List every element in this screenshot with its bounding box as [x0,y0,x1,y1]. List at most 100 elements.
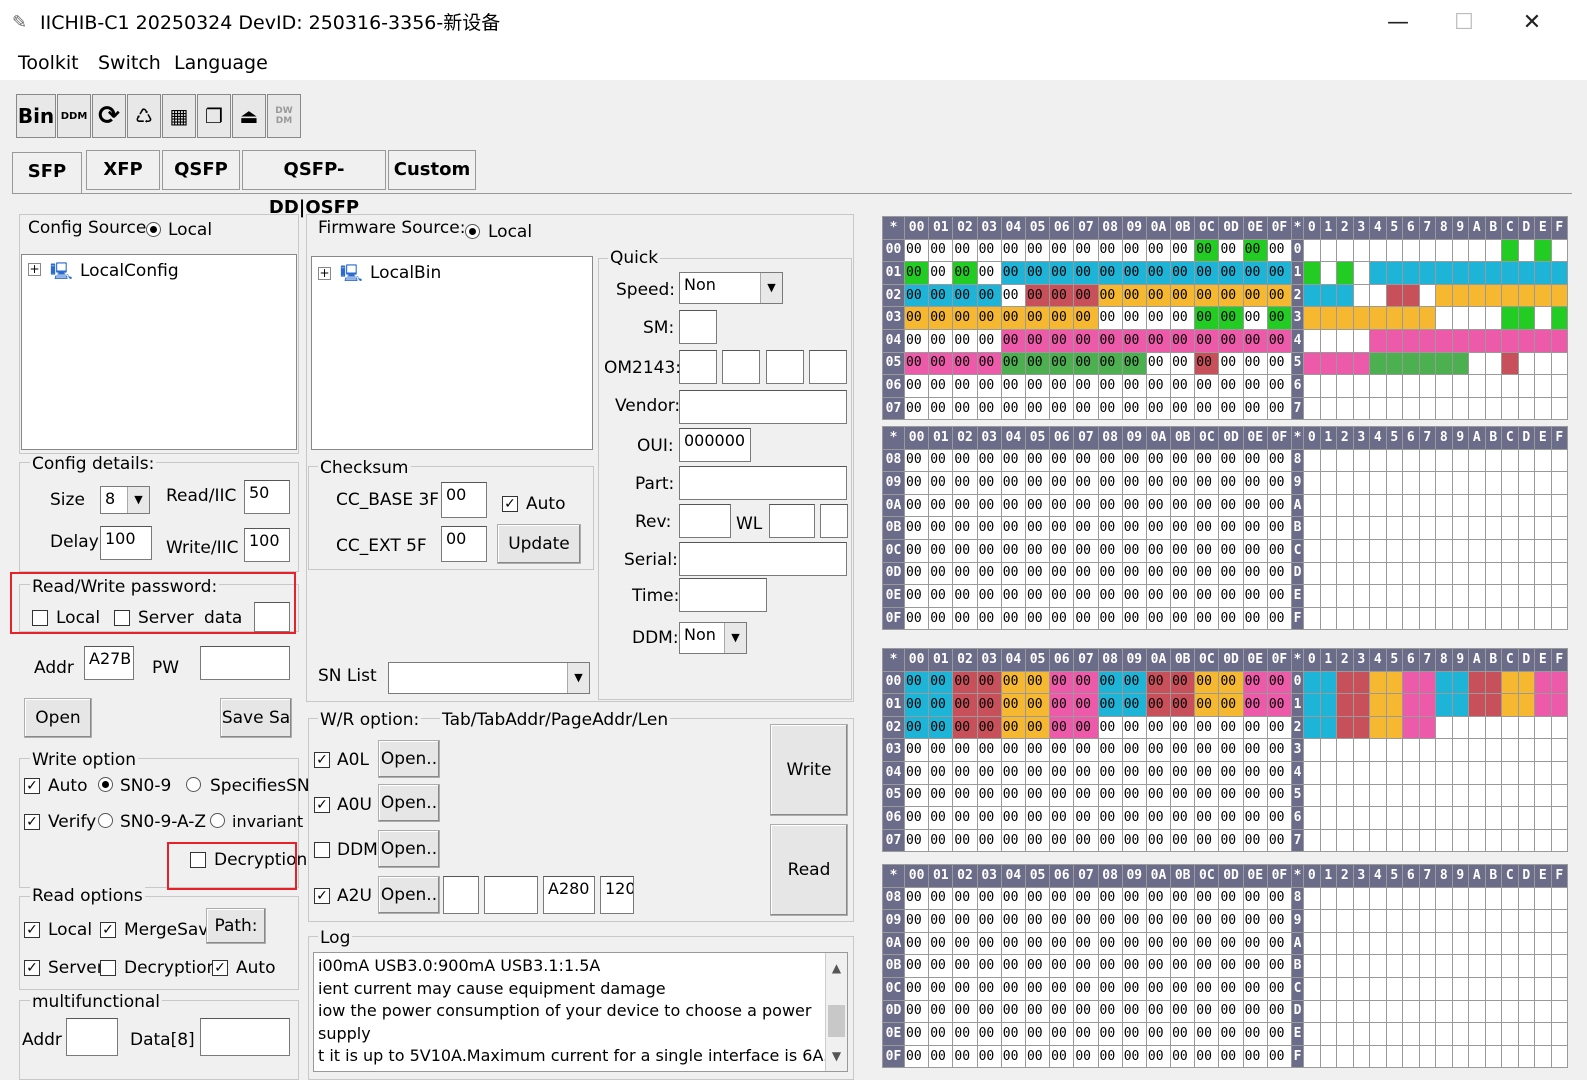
ascii-cell[interactable] [1435,493,1453,518]
hex-cell[interactable]: 00 [1170,760,1196,785]
hex-cell[interactable]: 00 [1170,1022,1196,1046]
ascii-cell[interactable] [1303,976,1321,1001]
ascii-cell[interactable] [1435,693,1453,717]
ascii-cell[interactable] [1435,471,1453,495]
ascii-cell[interactable] [1468,976,1486,1001]
hex-cell[interactable]: 00 [1000,584,1026,608]
ascii-cell[interactable] [1534,374,1552,398]
ascii-cell[interactable] [1501,584,1519,608]
ascii-cell[interactable] [1435,828,1453,853]
hex-cell[interactable]: 00 [1097,886,1123,911]
ascii-cell[interactable] [1385,760,1403,785]
ascii-cell[interactable] [1352,538,1370,563]
ascii-cell[interactable] [1435,909,1453,933]
firmware-tree-item[interactable]: LocalBin [370,263,441,283]
a0l-checkbox[interactable]: ✓ [314,752,330,768]
ascii-cell[interactable] [1402,909,1420,933]
hex-cell[interactable]: 00 [1024,828,1051,853]
hex-cell[interactable]: 00 [1242,954,1268,978]
ascii-cell[interactable] [1352,999,1370,1024]
ascii-cell[interactable] [1484,886,1502,911]
ascii-cell[interactable] [1501,283,1519,308]
hex-cell[interactable]: 00 [928,396,954,421]
menu-toolkit[interactable]: Toolkit [18,52,79,74]
hex-cell[interactable]: 00 [1024,351,1051,376]
hex-cell[interactable]: 00 [1266,328,1293,353]
hex-cell[interactable]: 00 [1024,760,1051,785]
hex-cell[interactable]: 00 [1218,931,1244,956]
ascii-cell[interactable] [1451,783,1469,808]
ascii-cell[interactable] [1319,471,1337,495]
ascii-cell[interactable] [1418,238,1436,263]
hex-cell[interactable]: 00 [952,374,978,398]
hex-cell[interactable]: 00 [1073,306,1099,330]
ascii-cell[interactable] [1517,448,1535,473]
hex-cell[interactable]: 00 [952,954,978,978]
hex-cell[interactable]: 00 [1170,516,1196,540]
hex-cell[interactable]: 00 [952,538,978,563]
ascii-cell[interactable] [1550,374,1568,398]
ascii-cell[interactable] [1435,760,1453,785]
ascii-cell[interactable] [1517,351,1535,376]
ascii-cell[interactable] [1402,806,1420,830]
hex-cell[interactable]: 00 [976,760,1002,785]
ascii-cell[interactable] [1385,584,1403,608]
ascii-cell[interactable] [1385,448,1403,473]
hex-cell[interactable]: 00 [928,283,954,308]
hex-cell[interactable]: 00 [903,693,930,717]
ddm-wr-checkbox[interactable] [314,842,330,858]
ddm-open-button[interactable]: Open.. [378,830,440,868]
hex-cell[interactable]: 00 [1024,1044,1051,1069]
ascii-cell[interactable] [1352,954,1370,978]
sm-input[interactable] [679,310,717,344]
hex-cell[interactable]: 00 [1121,806,1147,830]
hex-cell[interactable]: 00 [1097,606,1123,631]
hex-cell[interactable]: 00 [903,886,930,911]
hex-cell[interactable]: 00 [1218,516,1244,540]
hex-cell[interactable]: 00 [1121,828,1147,853]
ascii-cell[interactable] [1517,999,1535,1024]
ascii-cell[interactable] [1303,283,1321,308]
hex-cell[interactable]: 00 [976,886,1002,911]
ascii-cell[interactable] [1468,493,1486,518]
hex-cell[interactable]: 00 [1170,306,1196,330]
hex-cell[interactable]: 00 [952,328,978,353]
a2u-open-button[interactable]: Open.. [378,876,440,914]
ascii-cell[interactable] [1550,670,1568,695]
hex-cell[interactable]: 00 [976,351,1002,376]
hex-cell[interactable]: 00 [1266,828,1293,853]
ascii-cell[interactable] [1435,283,1453,308]
ascii-cell[interactable] [1385,1044,1403,1069]
ascii-cell[interactable] [1468,351,1486,376]
hex-cell[interactable]: 00 [1000,561,1026,586]
ascii-cell[interactable] [1385,283,1403,308]
ascii-cell[interactable] [1501,976,1519,1001]
ascii-cell[interactable] [1534,738,1552,762]
tab-sfp[interactable]: SFP [12,152,82,194]
ascii-cell[interactable] [1319,670,1337,695]
hex-cell[interactable]: 00 [1145,561,1172,586]
hex-cell[interactable]: 00 [1194,760,1220,785]
ascii-cell[interactable] [1517,516,1535,540]
hex-cell[interactable]: 00 [1145,516,1172,540]
hex-cell[interactable]: 00 [1000,283,1026,308]
ascii-cell[interactable] [1550,471,1568,495]
hex-cell[interactable]: 00 [928,351,954,376]
hex-cell[interactable]: 00 [952,806,978,830]
ascii-cell[interactable] [1501,471,1519,495]
hex-cell[interactable]: 00 [1000,261,1026,285]
ascii-cell[interactable] [1402,738,1420,762]
hex-cell[interactable]: 00 [1145,693,1172,717]
hex-cell[interactable]: 00 [1024,584,1051,608]
hex-cell[interactable]: 00 [1170,238,1196,263]
ascii-cell[interactable] [1303,584,1321,608]
ascii-cell[interactable] [1468,693,1486,717]
hex-cell[interactable]: 00 [928,909,954,933]
firmware-local-radio[interactable] [465,224,480,239]
specifiessn-radio[interactable] [186,777,201,792]
hex-cell[interactable]: 00 [1121,238,1147,263]
ascii-cell[interactable] [1402,606,1420,631]
hex-cell[interactable]: 00 [1049,999,1075,1024]
ascii-cell[interactable] [1352,306,1370,330]
hex-cell[interactable]: 00 [1073,283,1099,308]
